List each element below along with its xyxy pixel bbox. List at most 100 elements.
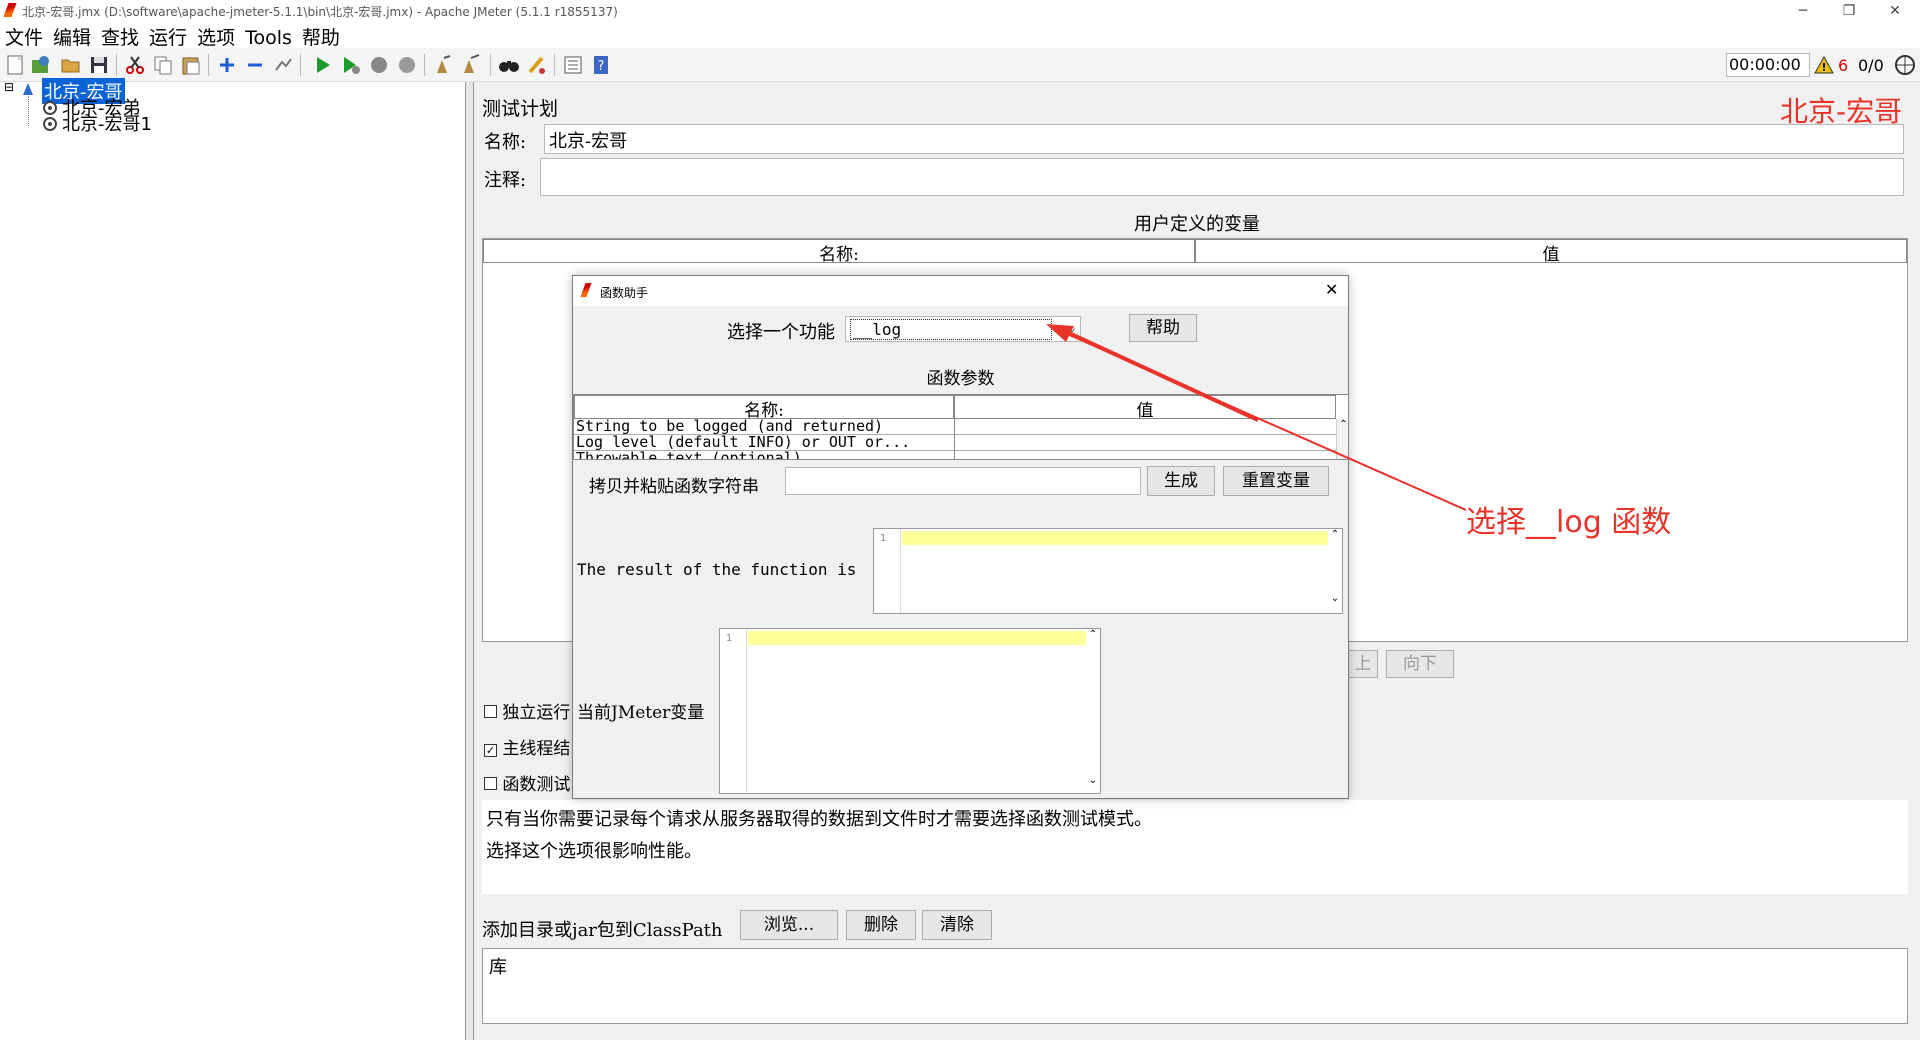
close-window-icon[interactable]: ✕	[1872, 0, 1918, 22]
dialog-close-icon[interactable]: ✕	[1325, 280, 1338, 299]
classpath-label: 添加目录或jar包到ClassPath	[482, 920, 723, 941]
clear-button[interactable]: 清除	[922, 910, 992, 940]
start-icon[interactable]	[312, 54, 334, 76]
vars-col-value[interactable]: 值	[1195, 239, 1907, 265]
result-label: The result of the function is	[577, 560, 857, 579]
tree-node-thread-group-2[interactable]: 北京-宏哥1	[62, 110, 152, 136]
templates-icon[interactable]	[30, 54, 52, 76]
collapse-all-icon[interactable]	[244, 54, 266, 76]
scroll-up-icon[interactable]: ⌃	[1328, 529, 1342, 541]
move-down-button[interactable]: 向下	[1386, 650, 1454, 678]
open-icon[interactable]	[60, 54, 82, 76]
menu-tools[interactable]: Tools	[240, 26, 297, 49]
comment-input[interactable]	[540, 158, 1904, 196]
jmeter-feather-icon	[3, 3, 17, 17]
independent-threads-checkbox[interactable]	[484, 705, 497, 718]
user-vars-title: 用户定义的变量	[1134, 214, 1260, 235]
main-thread-option[interactable]: ✓ 主线程结	[484, 734, 570, 759]
chevron-down-icon[interactable]: ⌄	[1069, 320, 1076, 334]
menu-edit[interactable]: 编辑	[48, 22, 96, 50]
toolbar: ? 00:00:00 ! 6 0/0	[0, 48, 1920, 82]
copy-icon[interactable]	[152, 54, 174, 76]
new-icon[interactable]	[4, 54, 26, 76]
function-string-input[interactable]	[785, 467, 1141, 495]
function-helper-dialog: 函数助手 ✕ 选择一个功能 __log ⌄ 帮助 函数参数 名称: 值 Stri…	[572, 275, 1349, 799]
reset-variables-button[interactable]: 重置变量	[1223, 466, 1329, 496]
menu-run[interactable]: 运行	[144, 22, 192, 50]
thread-group-gear-icon	[42, 116, 58, 136]
cut-icon[interactable]	[124, 54, 146, 76]
params-scrollbar[interactable]: ⌃	[1336, 419, 1348, 459]
dialog-titlebar: 函数助手 ✕	[573, 276, 1348, 306]
main-thread-checkbox[interactable]: ✓	[484, 744, 497, 757]
current-line-highlight	[902, 531, 1328, 545]
description-line-2: 选择这个选项很影响性能。	[486, 841, 702, 862]
result-textarea[interactable]: 1 ⌃ ⌄	[873, 528, 1343, 614]
menu-search[interactable]: 查找	[96, 22, 144, 50]
tree-collapse-toggle[interactable]: ⊟	[4, 80, 14, 94]
name-input[interactable]: 北京-宏哥	[544, 124, 1904, 154]
browse-button[interactable]: 浏览...	[740, 910, 838, 940]
help-button[interactable]: 帮助	[1129, 314, 1197, 342]
help-icon[interactable]: ?	[590, 54, 612, 76]
param-value[interactable]	[954, 435, 1336, 451]
generate-button[interactable]: 生成	[1147, 466, 1215, 496]
menu-options[interactable]: 选项	[192, 22, 240, 50]
reset-search-icon[interactable]	[526, 54, 548, 76]
annotation-label: 选择__log 函数	[1466, 505, 1672, 540]
elapsed-timer: 00:00:00	[1726, 53, 1810, 77]
params-title: 函数参数	[926, 369, 995, 389]
expand-all-icon[interactable]	[216, 54, 238, 76]
search-binoculars-icon[interactable]	[498, 54, 520, 76]
menu-file[interactable]: 文件	[0, 22, 48, 50]
split-pane-divider[interactable]	[466, 82, 474, 1040]
paste-icon[interactable]	[180, 54, 202, 76]
active-threads: 0/0	[1858, 56, 1884, 75]
scroll-down-icon[interactable]: ⌄	[1328, 593, 1342, 605]
panel-heading: 测试计划	[482, 98, 559, 120]
function-select[interactable]: __log ⌄	[845, 316, 1081, 342]
name-label: 名称:	[484, 132, 527, 153]
line-number: 1	[880, 533, 887, 544]
param-name: Throwable text (optional)	[576, 449, 802, 460]
jmeter-vars-label: 当前JMeter变量	[577, 703, 705, 723]
window-title: 北京-宏哥.jmx (D:\software\apache-jmeter-5.1…	[22, 5, 618, 19]
save-icon[interactable]	[88, 54, 110, 76]
shutdown-icon[interactable]	[396, 54, 418, 76]
library-table[interactable]: 库	[482, 948, 1908, 1024]
params-table[interactable]: 名称: 值 String to be logged (and returned)…	[573, 394, 1349, 460]
jmeter-vars-textarea[interactable]: 1 ⌃ ⌄	[719, 628, 1101, 794]
functional-test-option[interactable]: 函数测试	[484, 770, 570, 795]
independent-threads-option[interactable]: 独立运行	[484, 698, 570, 723]
delete-button[interactable]: 删除	[846, 910, 916, 940]
functional-test-checkbox[interactable]	[484, 777, 497, 790]
warning-icon[interactable]: !	[1814, 55, 1834, 79]
result-scrollbar[interactable]: ⌃ ⌄	[1328, 529, 1342, 613]
vars-col-name[interactable]: 名称:	[483, 239, 1195, 265]
scroll-up-icon[interactable]: ⌃	[1086, 629, 1100, 641]
restore-icon[interactable]: ❐	[1826, 0, 1872, 22]
param-row[interactable]: Throwable text (optional)	[574, 449, 1336, 460]
clear-all-icon[interactable]	[460, 54, 482, 76]
function-select-value: __log	[850, 319, 1053, 340]
param-value[interactable]	[954, 419, 1336, 435]
params-col-name[interactable]: 名称:	[574, 395, 954, 421]
function-helper-icon[interactable]	[562, 54, 584, 76]
param-value[interactable]	[954, 451, 1336, 459]
clear-icon[interactable]	[432, 54, 454, 76]
test-tree-panel: ⊟ 北京-宏哥 北京-宏弟 北京-宏哥1	[0, 78, 466, 1040]
scroll-down-icon[interactable]: ⌄	[1086, 775, 1100, 787]
menu-help[interactable]: 帮助	[297, 22, 345, 50]
start-no-pauses-icon[interactable]	[340, 54, 362, 76]
move-up-button[interactable]: 上	[1348, 650, 1378, 678]
params-col-value[interactable]: 值	[954, 395, 1336, 421]
library-header: 库	[489, 957, 507, 978]
watermark-label: 北京-宏哥	[1780, 95, 1903, 128]
vars-scrollbar[interactable]: ⌃ ⌄	[1086, 629, 1100, 793]
stop-icon[interactable]	[368, 54, 390, 76]
minimize-icon[interactable]: ─	[1780, 0, 1826, 22]
warning-count[interactable]: 6	[1838, 56, 1848, 75]
scroll-up-icon[interactable]: ⌃	[1337, 419, 1348, 430]
window-titlebar: 北京-宏哥.jmx (D:\software\apache-jmeter-5.1…	[0, 0, 1920, 22]
toggle-icon[interactable]	[272, 54, 294, 76]
